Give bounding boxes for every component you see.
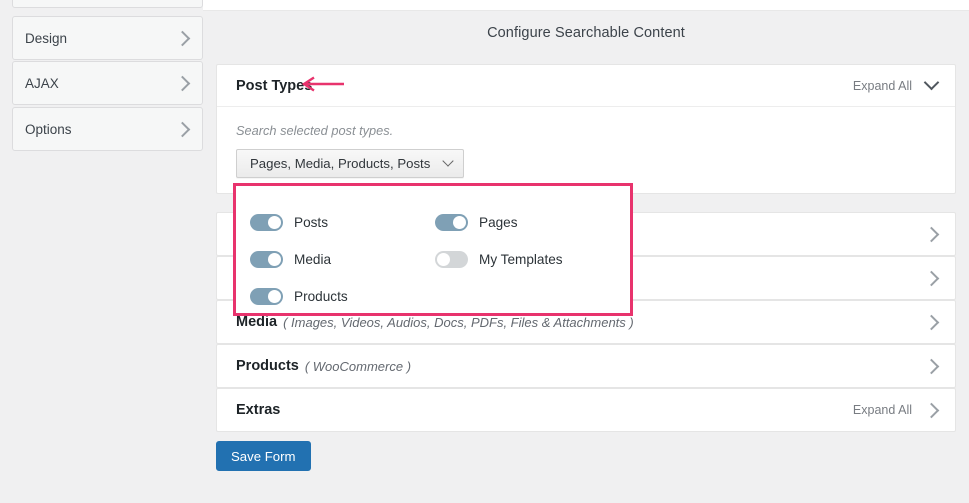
chevron-right-icon[interactable] [923, 270, 940, 286]
sidebar-item-options[interactable]: Options [12, 107, 203, 151]
sidebar-item-label: AJAX [25, 75, 59, 91]
panel-post-types-body: Search selected post types. Pages, Media… [217, 107, 955, 178]
sidebar: Design AJAX Options [0, 0, 203, 503]
toggle-switch-icon[interactable] [435, 251, 468, 268]
expand-all-label[interactable]: Expand All [853, 403, 912, 417]
toggle-posts[interactable]: Posts [250, 214, 435, 231]
toggle-knob [268, 216, 281, 229]
sidebar-item-design[interactable]: Design [12, 16, 203, 60]
toggle-grid: Posts Pages Media My Templates Products [236, 186, 630, 313]
toggle-media[interactable]: Media [250, 251, 435, 268]
toggle-knob [453, 216, 466, 229]
toggle-switch-icon[interactable] [435, 214, 468, 231]
toggle-knob [268, 253, 281, 266]
toggle-switch-icon[interactable] [250, 251, 283, 268]
toggle-switch-icon[interactable] [250, 214, 283, 231]
toggle-label: Media [294, 252, 332, 267]
post-types-select[interactable]: Pages, Media, Products, Posts [236, 149, 465, 178]
page-title: Configure Searchable Content [487, 25, 685, 41]
toggle-label: Products [294, 289, 348, 304]
accordion-row-products[interactable]: Products ( WooCommerce ) [216, 344, 956, 388]
app-root: Design AJAX Options Configure Searchable… [0, 0, 969, 503]
post-types-select-value: Pages, Media, Products, Posts [250, 156, 431, 171]
toggle-knob [437, 253, 450, 266]
post-types-dropdown-popup: Posts Pages Media My Templates Products [233, 183, 633, 316]
sidebar-item-label: Options [25, 121, 72, 137]
accordion-row-extras[interactable]: Extras Expand All [216, 388, 956, 432]
toggle-knob [268, 290, 281, 303]
expand-all-label[interactable]: Expand All [853, 79, 912, 93]
chevron-right-icon[interactable] [923, 314, 940, 330]
toggle-my-templates[interactable]: My Templates [435, 251, 620, 268]
chevron-right-icon [174, 75, 191, 91]
sidebar-item-ajax[interactable]: AJAX [12, 61, 203, 105]
toggle-label: Pages [479, 215, 518, 230]
toggle-label: My Templates [479, 252, 563, 267]
toggle-switch-icon[interactable] [250, 288, 283, 305]
sidebar-item-partial[interactable] [12, 0, 203, 8]
accordion-row-header[interactable]: Extras Expand All [217, 389, 955, 431]
panel-subtitle: ( Images, Videos, Audios, Docs, PDFs, Fi… [283, 314, 634, 330]
toggle-row: Posts Pages [250, 204, 630, 241]
top-strip [203, 0, 969, 11]
toggle-row: Media My Templates [250, 241, 630, 278]
panel-subtitle: ( WooCommerce ) [304, 358, 412, 374]
post-types-hint: Search selected post types. [236, 123, 394, 138]
panel-title: Media [236, 314, 278, 330]
panel-title: Products [236, 358, 299, 374]
panel-title: Extras [236, 402, 281, 418]
chevron-down-icon[interactable] [923, 74, 940, 91]
chevron-right-icon[interactable] [923, 358, 940, 374]
chevron-down-icon [442, 154, 454, 167]
toggle-pages[interactable]: Pages [435, 214, 620, 231]
annotation-arrow-icon [301, 76, 344, 92]
chevron-right-icon[interactable] [923, 402, 940, 418]
chevron-right-icon[interactable] [923, 226, 940, 242]
sidebar-item-label: Design [25, 30, 68, 46]
chevron-right-icon [174, 121, 191, 137]
save-form-button[interactable]: Save Form [216, 441, 311, 471]
toggle-row: Products [250, 278, 630, 315]
chevron-right-icon [174, 30, 191, 46]
toggle-label: Posts [294, 215, 328, 230]
accordion-row-header[interactable]: Products ( WooCommerce ) [217, 345, 955, 387]
toggle-products[interactable]: Products [250, 288, 435, 305]
